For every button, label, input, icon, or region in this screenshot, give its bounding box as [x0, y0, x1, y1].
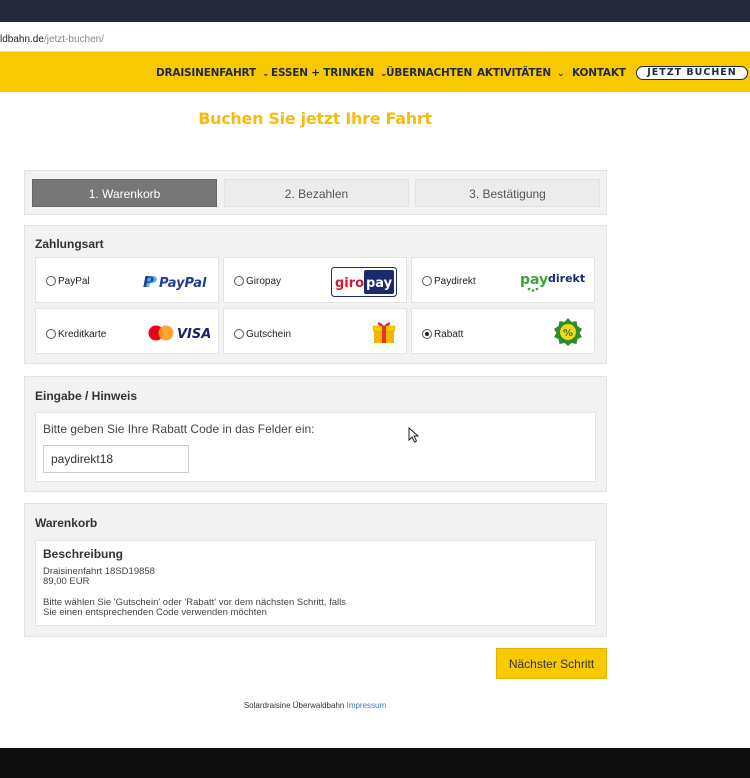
chevron-down-icon: ⌄ — [556, 69, 565, 79]
giropay-icon: giro pay — [331, 267, 397, 297]
svg-text:PayPal: PayPal — [159, 276, 207, 291]
svg-text:pay: pay — [366, 276, 393, 291]
kreditkarte-radio[interactable] — [46, 329, 56, 339]
kreditkarte-label: Kreditkarte — [58, 329, 107, 340]
paypal-radio[interactable] — [46, 276, 56, 286]
nav-item-uebernachten[interactable]: ÜBERNACHTEN — [386, 67, 472, 79]
nav-item-draisinenfahrt[interactable]: DRAISINENFAHRT ⌄ — [156, 67, 269, 79]
rabatt-radio[interactable] — [422, 329, 432, 339]
svg-text:pay: pay — [520, 272, 548, 288]
warenkorb-section-title: Warenkorb — [35, 516, 98, 530]
payment-method-panel: Zahlungsart PayPal P P PayPal Giropay gi… — [24, 225, 607, 364]
eingabe-box: Bitte geben Sie Ihre Rabatt Code in das … — [35, 412, 596, 482]
gutschein-radio[interactable] — [234, 329, 244, 339]
nav-item-kontakt[interactable]: KONTAKT — [572, 67, 626, 79]
footer: Solardraisine Überwaldbahn Impressum — [0, 701, 630, 710]
url-text[interactable]: ldbahn.de/jetzt-buchen/ — [0, 34, 104, 45]
payment-option-paypal[interactable]: PayPal P P PayPal — [35, 257, 219, 303]
svg-text:%: % — [563, 328, 573, 339]
chevron-down-icon: ⌄ — [261, 69, 270, 79]
page-title: Buchen Sie jetzt Ihre Fahrt — [198, 109, 432, 128]
naechster-schritt-button[interactable]: Nächster Schritt — [496, 648, 607, 679]
impressum-link[interactable]: Impressum — [347, 701, 387, 710]
discount-badge-icon: % — [554, 318, 582, 346]
paypal-label: PayPal — [58, 276, 90, 287]
address-bar[interactable]: ldbahn.de/jetzt-buchen/ — [0, 22, 750, 52]
cart-item-price: 89,00 EUR — [43, 576, 90, 587]
step-warenkorb[interactable]: 1. Warenkorb — [32, 179, 217, 207]
paydirekt-label: Paydirekt — [434, 276, 476, 287]
payment-option-paydirekt[interactable]: Paydirekt pay direkt — [411, 257, 595, 303]
cart-box: Beschreibung Draisinenfahrt 18SD19858 89… — [35, 540, 596, 626]
checkout-steps: 1. Warenkorb 2. Bezahlen 3. Bestätigung — [24, 170, 607, 215]
cart-note-line-2: Sie einen entsprechenden Code verwenden … — [43, 607, 267, 618]
paypal-icon: P P PayPal — [143, 273, 207, 291]
warenkorb-panel: Warenkorb Beschreibung Draisinenfahrt 18… — [24, 503, 607, 637]
rabatt-hint-text: Bitte geben Sie Ihre Rabatt Code in das … — [43, 422, 315, 436]
taskbar — [0, 748, 750, 778]
nav-item-aktivitaeten[interactable]: AKTIVITÄTEN ⌄ — [477, 67, 565, 79]
main-navigation: DRAISINENFAHRT ⌄ ESSEN + TRINKEN ⌄ ÜBERNAC… — [0, 52, 750, 92]
gift-icon — [372, 322, 396, 343]
eingabe-section-title: Eingabe / Hinweis — [35, 389, 138, 403]
nav-item-essen-trinken[interactable]: ESSEN + TRINKEN ⌄ — [271, 67, 387, 79]
footer-text: Solardraisine Überwaldbahn — [243, 701, 345, 710]
payment-option-giropay[interactable]: Giropay giro pay — [223, 257, 407, 303]
svg-text:VISA: VISA — [177, 327, 211, 342]
svg-text:P: P — [146, 273, 157, 291]
payment-option-kreditkarte[interactable]: Kreditkarte VISA — [35, 308, 219, 354]
payment-section-title: Zahlungsart — [35, 237, 104, 251]
step-bestaetigung[interactable]: 3. Bestätigung — [415, 179, 600, 207]
browser-top-bar — [0, 0, 750, 22]
svg-text:direkt: direkt — [548, 272, 585, 285]
beschreibung-heading: Beschreibung — [43, 547, 124, 561]
payment-option-gutschein[interactable]: Gutschein — [223, 308, 407, 354]
gutschein-label: Gutschein — [246, 329, 292, 340]
giropay-radio[interactable] — [234, 276, 244, 286]
rabatt-label: Rabatt — [434, 329, 464, 340]
paydirekt-radio[interactable] — [422, 276, 432, 286]
eingabe-hinweis-panel: Eingabe / Hinweis Bitte geben Sie Ihre R… — [24, 376, 607, 492]
payment-option-rabatt[interactable]: Rabatt % — [411, 308, 595, 354]
jetzt-buchen-button[interactable]: JETZT BUCHEN — [636, 66, 748, 80]
svg-text:giro: giro — [335, 276, 364, 291]
mastercard-visa-icon: VISA — [148, 325, 211, 342]
step-bezahlen[interactable]: 2. Bezahlen — [224, 179, 409, 207]
paydirekt-icon: pay direkt — [520, 272, 585, 292]
giropay-label: Giropay — [246, 276, 282, 287]
rabatt-code-input[interactable] — [43, 445, 189, 473]
mouse-cursor-icon — [408, 427, 420, 443]
